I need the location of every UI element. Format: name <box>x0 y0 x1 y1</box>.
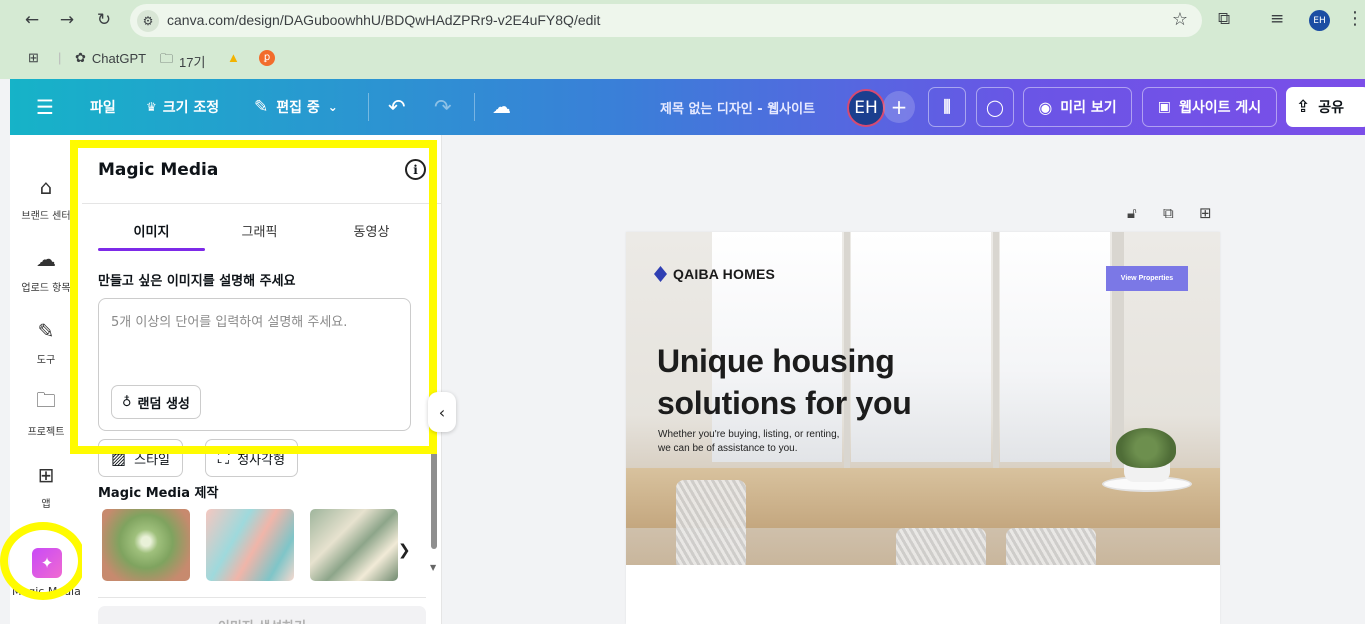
add-page-icon[interactable]: ⊞ <box>1199 204 1212 222</box>
chair <box>896 528 986 565</box>
sample-thumbnail[interactable] <box>310 509 398 581</box>
preview-button[interactable]: ◉ 미리 보기 <box>1023 87 1132 127</box>
sample-thumbnail[interactable] <box>102 509 190 581</box>
bookmarks-bar: ⊞ | ✿ ChatGPT 🗀 17기 ▲ ꝑ <box>0 40 1365 78</box>
url-bar[interactable]: ⚙ canva.com/design/DAGuboowhhU/BDQwHAdZP… <box>130 4 1202 37</box>
highlight-rect-annotation <box>70 140 437 454</box>
pencil-icon: ✎ <box>254 97 269 117</box>
bookmark-divider: | <box>58 50 62 65</box>
chevron-right-icon[interactable]: ❯ <box>398 541 411 559</box>
folder-icon: 🗀 <box>160 51 174 66</box>
brand-kit-icon: ⌂ <box>39 175 53 199</box>
share-upload-icon: ⇪ <box>1296 97 1311 117</box>
panel-divider <box>98 597 426 598</box>
extensions-icon[interactable]: ⧉ <box>1218 9 1230 29</box>
resize-button[interactable]: ♛ 크기 조정 <box>146 79 219 135</box>
diamond-logo-icon <box>654 266 667 282</box>
eye-icon: ◉ <box>1038 97 1053 117</box>
section-label: Magic Media 제작 <box>98 486 219 501</box>
share-button[interactable]: ⇪ 공유 <box>1286 87 1365 127</box>
header-divider <box>474 93 475 121</box>
lock-icon[interactable]: 🔓︎ <box>1127 204 1137 222</box>
redo-icon[interactable]: ↷ <box>434 79 452 135</box>
site-info-icon[interactable]: ⚙ <box>137 10 159 32</box>
chevron-down-icon: ⌄ <box>327 100 338 114</box>
window-pane <box>1000 232 1110 462</box>
publish-website-button[interactable]: ▣ 웹사이트 게시 <box>1142 87 1277 127</box>
generate-image-button[interactable]: 이미지 생성하기 <box>98 606 426 624</box>
profile-avatar[interactable]: EH <box>1309 10 1330 31</box>
duplicate-page-icon[interactable]: ⧉ <box>1163 204 1174 222</box>
hamburger-menu-icon[interactable]: ☰ <box>36 79 54 135</box>
back-icon[interactable]: ← <box>20 8 44 32</box>
crown-icon: ♛ <box>146 100 157 114</box>
apps-grid-icon: ⊞ <box>37 463 55 487</box>
add-collaborator-icon[interactable]: + <box>883 91 915 123</box>
sample-thumbnail[interactable] <box>206 509 294 581</box>
hero-image: QAIBA HOMES View Properties Unique housi… <box>626 232 1220 565</box>
browser-chrome: ← → ↻ ⚙ canva.com/design/DAGuboowhhU/BDQ… <box>0 0 1365 79</box>
browser-menu-icon[interactable]: ⋮ <box>1346 8 1364 29</box>
bookmark-chatgpt[interactable]: ✿ ChatGPT <box>75 50 146 66</box>
forward-icon[interactable]: → <box>55 8 79 32</box>
bookmark-folder[interactable]: 🗀 17기 <box>160 50 205 72</box>
collaborator-avatar[interactable]: EH <box>847 89 885 127</box>
design-title[interactable]: 제목 없는 디자인 - 웹사이트 <box>660 79 815 135</box>
bookmark-star-icon[interactable]: ☆ <box>1172 9 1188 30</box>
address-row: ← → ↻ ⚙ canva.com/design/DAGuboowhhU/BDQ… <box>0 0 1365 40</box>
collapse-panel-icon[interactable]: ‹ <box>428 392 456 432</box>
highlight-circle-annotation <box>0 522 86 600</box>
hero-subtext: Whether you're buying, listing, or renti… <box>658 429 840 454</box>
undo-icon[interactable]: ↶ <box>388 79 406 135</box>
url-text[interactable]: canva.com/design/DAGuboowhhU/BDQwHAdZPRr… <box>167 12 600 28</box>
app-icon: ꝑ <box>259 50 275 66</box>
view-properties-button[interactable]: View Properties <box>1106 266 1188 291</box>
media-control-icon[interactable]: ≡ <box>1270 9 1284 29</box>
scroll-down-icon[interactable]: ▼ <box>430 563 436 572</box>
cloud-saved-icon[interactable]: ☁ <box>492 79 511 135</box>
chair <box>676 480 746 565</box>
upload-cloud-icon: ☁ <box>36 247 56 271</box>
chair <box>1006 528 1096 565</box>
editor-header: ☰ 파일 ♛ 크기 조정 ✎ 편집 중 ⌄ ↶ ↷ ☁ 제목 없는 디자인 - 웹사이… <box>10 79 1365 135</box>
analytics-icon[interactable]: ⫼ <box>928 87 966 127</box>
file-menu[interactable]: 파일 <box>90 79 116 135</box>
folder-icon: 🗀 <box>36 388 56 412</box>
website-icon: ▣ <box>1157 99 1172 115</box>
header-divider <box>368 93 369 121</box>
window-frame <box>993 232 999 472</box>
hero-headline: Unique housing solutions for you <box>657 343 912 421</box>
editing-mode-button[interactable]: ✎ 편집 중 ⌄ <box>254 79 338 135</box>
drive-icon[interactable]: ▲ <box>227 50 240 65</box>
bookmark-app[interactable]: ꝑ <box>259 50 275 66</box>
comment-icon[interactable]: ◯ <box>976 87 1014 127</box>
brand-logo: QAIBA HOMES <box>654 266 775 282</box>
draw-tool-icon: ✎ <box>37 319 55 343</box>
apps-icon[interactable]: ⊞ <box>28 50 39 66</box>
rail-item-apps[interactable]: ⊞ 앱 <box>10 461 82 510</box>
chatgpt-icon: ✿ <box>75 50 86 65</box>
design-page[interactable]: QAIBA HOMES View Properties Unique housi… <box>626 232 1220 624</box>
plant <box>1116 428 1176 468</box>
reload-icon[interactable]: ↻ <box>92 8 116 32</box>
